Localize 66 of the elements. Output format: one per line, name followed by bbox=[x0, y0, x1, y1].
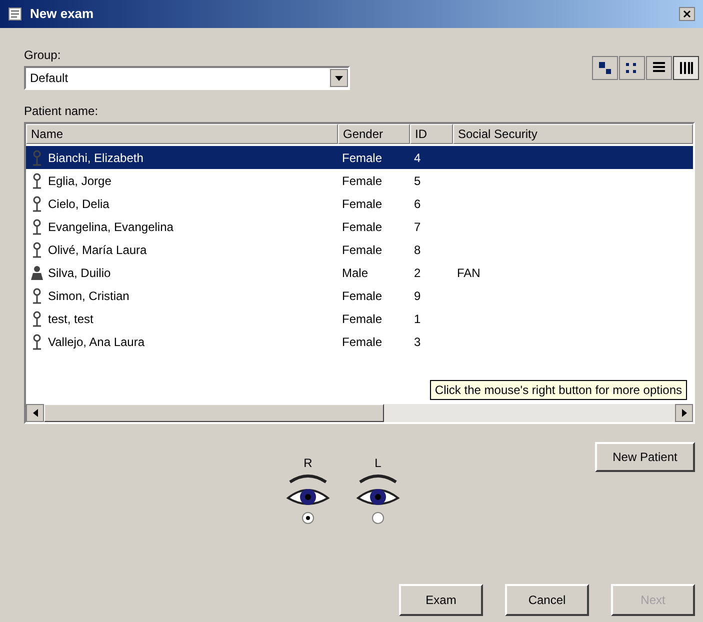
group-label: Group: bbox=[24, 47, 62, 64]
column-header[interactable]: Social Security bbox=[453, 124, 693, 144]
table-cell-text: test, test bbox=[48, 310, 94, 328]
patient-name-label: Patient name: bbox=[24, 103, 100, 120]
table-cell-text: Female bbox=[342, 196, 382, 212]
details-icon bbox=[678, 60, 694, 76]
eye-radio[interactable] bbox=[302, 512, 314, 524]
scroll-right-icon bbox=[682, 409, 686, 417]
patient-row[interactable]: Bianchi, Elizabeth Female 4 bbox=[26, 146, 693, 169]
table-cell-text: 3 bbox=[414, 334, 421, 350]
view-button[interactable] bbox=[619, 56, 645, 80]
patient-row[interactable]: Olivé, María Laura Female 8 bbox=[26, 238, 693, 261]
table-cell-text: 1 bbox=[414, 310, 421, 328]
new-patient-button[interactable]: New Patient bbox=[595, 442, 695, 472]
table-cell-text: Female bbox=[342, 334, 382, 350]
close-icon bbox=[683, 10, 691, 18]
table-cell-text: 8 bbox=[414, 242, 421, 258]
eye-label: R bbox=[304, 455, 312, 472]
group-dropdown[interactable]: Default bbox=[24, 66, 350, 90]
window-icon bbox=[8, 7, 22, 21]
patient-row[interactable]: Silva, Duilio Male 2 FAN bbox=[26, 261, 693, 284]
table-cell-text: Female bbox=[342, 218, 382, 236]
table-cell-text: Female bbox=[342, 288, 382, 304]
table-cell-text: 2 bbox=[414, 264, 421, 282]
patient-row[interactable]: Cielo, Delia Female 6 bbox=[26, 192, 693, 215]
dropdown-arrow-icon bbox=[335, 76, 343, 80]
table-cell-text: Female bbox=[342, 172, 382, 190]
patient-row[interactable]: Evangelina, Evangelina Female 7 bbox=[26, 215, 693, 238]
view-button[interactable] bbox=[592, 56, 618, 80]
scroll-left-icon bbox=[32, 409, 38, 417]
table-cell-text: 6 bbox=[414, 196, 421, 212]
patient-row[interactable]: Eglia, Jorge Female 5 bbox=[26, 169, 693, 192]
table-cell-text: Female bbox=[342, 310, 382, 328]
eye-label: L bbox=[374, 455, 382, 472]
table-cell-text: Cielo, Delia bbox=[48, 196, 110, 212]
table-cell-text: Silva, Duilio bbox=[48, 264, 111, 282]
patient-row[interactable]: test, test Female 1 bbox=[26, 307, 693, 330]
column-header[interactable]: Name bbox=[26, 124, 338, 144]
table-cell-text: Olivé, María Laura bbox=[48, 242, 147, 258]
table-cell-text: 5 bbox=[414, 172, 421, 190]
dialog-button[interactable]: Exam bbox=[399, 584, 483, 616]
table-cell-text: Male bbox=[342, 264, 368, 282]
table-cell-text: Bianchi, Elizabeth bbox=[48, 150, 144, 166]
eye-radio[interactable] bbox=[372, 512, 384, 524]
patient-row[interactable]: Simon, Cristian Female 9 bbox=[26, 284, 693, 307]
table-cell-text: Evangelina, Evangelina bbox=[48, 218, 174, 236]
window-title: New exam bbox=[30, 5, 94, 24]
table-cell-text: Eglia, Jorge bbox=[48, 172, 112, 190]
table-cell-text: Vallejo, Ana Laura bbox=[48, 334, 145, 350]
table-cell-text: Simon, Cristian bbox=[48, 288, 130, 304]
dialog-button[interactable]: Cancel bbox=[505, 584, 589, 616]
tooltip: Click the mouse's right button for more options bbox=[430, 380, 687, 400]
close-button[interactable] bbox=[679, 7, 695, 21]
horizontal-scrollbar[interactable] bbox=[26, 404, 693, 422]
view-button[interactable] bbox=[673, 56, 699, 80]
table-cell-text: Female bbox=[342, 150, 382, 166]
table-cell-text: Female bbox=[342, 242, 382, 258]
table-cell-text: 4 bbox=[414, 150, 421, 166]
table-cell-text: 7 bbox=[414, 218, 421, 236]
table-cell-text: FAN bbox=[457, 264, 480, 282]
column-header[interactable]: ID bbox=[410, 124, 453, 144]
patient-row[interactable]: Vallejo, Ana Laura Female 3 bbox=[26, 330, 693, 353]
view-button[interactable] bbox=[646, 56, 672, 80]
large-icons-icon bbox=[597, 60, 613, 76]
column-header[interactable]: Gender bbox=[338, 124, 410, 144]
table-cell-text: 9 bbox=[414, 288, 421, 304]
